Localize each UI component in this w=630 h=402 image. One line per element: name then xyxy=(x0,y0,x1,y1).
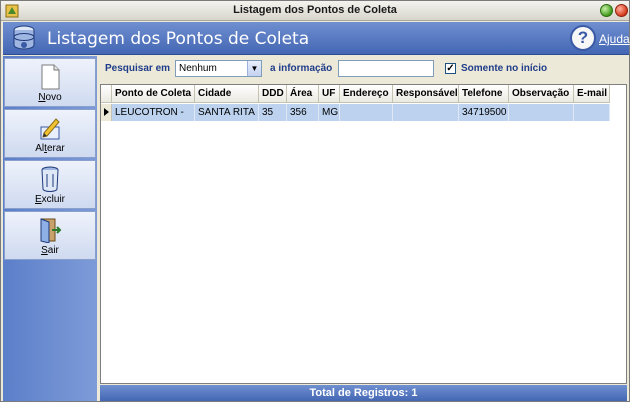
novo-button[interactable]: Novo xyxy=(4,58,96,107)
table-cell[interactable]: LEUCOTRON - xyxy=(112,104,195,121)
novo-label: Novo xyxy=(38,92,62,103)
table-cell[interactable]: 356 xyxy=(287,104,319,121)
toolbar: Novo Alterar Excluir Sair xyxy=(3,56,97,401)
exit-door-icon xyxy=(40,218,62,243)
help-label: Ajuda xyxy=(599,32,630,46)
table-cell[interactable] xyxy=(340,104,393,121)
help-icon: ? xyxy=(570,25,596,51)
excluir-label: Excluir xyxy=(34,194,65,205)
column-header[interactable]: Observação xyxy=(509,85,574,103)
search-input[interactable] xyxy=(338,60,434,77)
table-cell[interactable]: MG xyxy=(319,104,340,121)
alterar-label: Alterar xyxy=(35,143,65,154)
column-header[interactable]: UF xyxy=(319,85,340,103)
table-cell[interactable]: 35 xyxy=(259,104,287,121)
search-in-label: Pesquisar em xyxy=(105,63,171,74)
column-header[interactable]: Responsável xyxy=(393,85,459,103)
column-header[interactable]: Endereço xyxy=(340,85,393,103)
sair-label: Sair xyxy=(41,245,59,256)
help-button[interactable]: ? Ajuda xyxy=(570,25,630,52)
header-banner: Listagem dos Pontos de Coleta ? Ajuda xyxy=(3,22,630,55)
close-button[interactable] xyxy=(615,4,628,17)
database-icon xyxy=(13,25,35,50)
only-start-checkbox[interactable]: ✓ xyxy=(445,63,456,74)
record-count-bar: Total de Registros: 1 xyxy=(100,385,627,401)
excluir-button[interactable]: Excluir xyxy=(4,160,96,209)
table-row[interactable]: LEUCOTRON - SANTA RITA 35 356 MG 3471950… xyxy=(101,104,626,121)
column-header[interactable]: Área xyxy=(287,85,319,103)
column-header[interactable]: DDD xyxy=(259,85,287,103)
row-indicator-header xyxy=(101,85,112,103)
only-start-label: Somente no início xyxy=(461,63,548,74)
column-header[interactable]: Cidade xyxy=(195,85,259,103)
window-title: Listagem dos Pontos de Coleta xyxy=(233,4,397,16)
table-cell[interactable] xyxy=(509,104,574,121)
arrow-right-icon xyxy=(104,108,109,116)
main-window: Listagem dos Pontos de Coleta Listagem d… xyxy=(0,0,630,402)
table-cell[interactable] xyxy=(574,104,610,121)
column-header[interactable]: E-mail xyxy=(574,85,610,103)
new-document-icon xyxy=(41,64,60,90)
current-row-indicator xyxy=(101,104,112,121)
edit-pencil-icon xyxy=(40,118,60,140)
column-header[interactable]: Telefone xyxy=(459,85,509,103)
chevron-down-icon[interactable]: ▼ xyxy=(247,61,261,76)
filter-bar: Pesquisar em Nenhum ▼ a informação ✓ Som… xyxy=(100,57,627,81)
trash-can-icon xyxy=(41,166,59,192)
page-title: Listagem dos Pontos de Coleta xyxy=(47,29,310,49)
table-cell[interactable] xyxy=(393,104,459,121)
search-field-select[interactable]: Nenhum ▼ xyxy=(175,60,262,77)
column-header[interactable]: Ponto de Coleta xyxy=(112,85,195,103)
table-cell[interactable]: 34719500 xyxy=(459,104,509,121)
search-field-value: Nenhum xyxy=(179,63,217,74)
sair-button[interactable]: Sair xyxy=(4,211,96,260)
alterar-button[interactable]: Alterar xyxy=(4,109,96,158)
title-bar[interactable]: Listagem dos Pontos de Coleta xyxy=(1,1,629,21)
minimize-button[interactable] xyxy=(600,4,613,17)
table-header: Ponto de Coleta Cidade DDD Área UF Ender… xyxy=(101,85,626,103)
info-label: a informação xyxy=(270,63,333,74)
results-table[interactable]: Ponto de Coleta Cidade DDD Área UF Ender… xyxy=(100,84,627,384)
table-cell[interactable]: SANTA RITA xyxy=(195,104,259,121)
